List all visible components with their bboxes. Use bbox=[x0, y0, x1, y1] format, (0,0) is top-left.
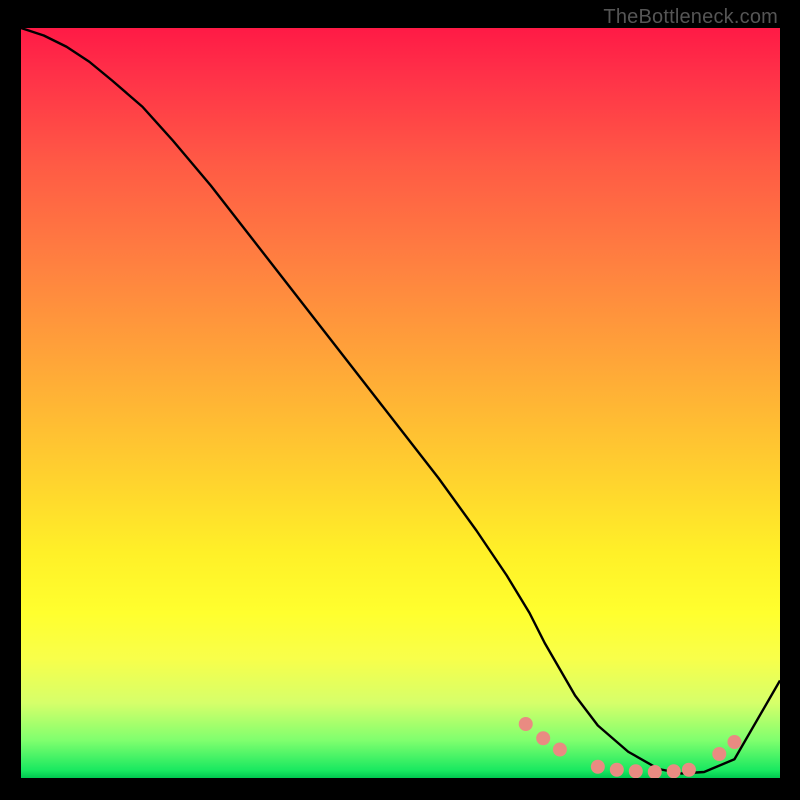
marker-dot bbox=[519, 717, 533, 731]
marker-dot bbox=[667, 764, 681, 778]
marker-dot bbox=[727, 735, 741, 749]
curve-marker-dots bbox=[519, 717, 742, 778]
marker-dot bbox=[553, 743, 567, 757]
marker-dot bbox=[629, 764, 643, 778]
bottleneck-curve-line bbox=[21, 28, 780, 774]
marker-dot bbox=[648, 765, 662, 778]
chart-overlay-svg bbox=[21, 28, 780, 778]
marker-dot bbox=[682, 763, 696, 777]
chart-container: TheBottleneck.com bbox=[0, 0, 800, 800]
marker-dot bbox=[536, 731, 550, 745]
watermark-text: TheBottleneck.com bbox=[603, 6, 778, 29]
marker-dot bbox=[591, 760, 605, 774]
marker-dot bbox=[712, 747, 726, 761]
marker-dot bbox=[610, 763, 624, 777]
